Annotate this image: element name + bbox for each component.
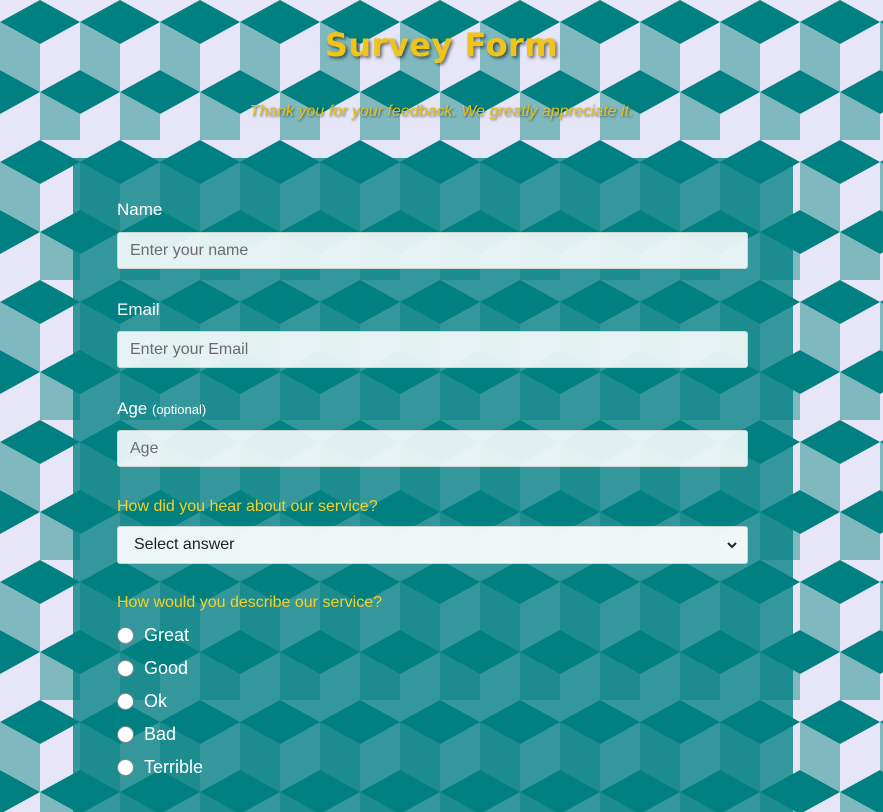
email-input[interactable] xyxy=(117,331,748,368)
rating-option-label: Ok xyxy=(144,691,168,711)
age-optional-note: (optional) xyxy=(151,402,207,417)
survey-page: Survey Form Thank you for your feedback.… xyxy=(0,0,883,812)
referral-question: How did you hear about our service? xyxy=(117,498,378,515)
name-label: Name xyxy=(117,200,163,219)
radio-button[interactable] xyxy=(117,726,134,743)
rating-option-label: Great xyxy=(144,625,190,645)
age-label: Age xyxy=(117,399,148,418)
rating-question: How would you describe our service? xyxy=(117,594,383,611)
name-input[interactable] xyxy=(117,232,748,269)
rating-option-ok[interactable]: Ok xyxy=(117,691,167,712)
email-label: Email xyxy=(117,300,160,319)
referral-dropdown[interactable]: Select answer xyxy=(117,526,748,564)
age-label-group: Age (optional) xyxy=(117,399,206,419)
page-subtitle: Thank you for your feedback. We greatly … xyxy=(249,103,634,120)
page-title: Survey Form xyxy=(324,26,559,64)
radio-button[interactable] xyxy=(117,693,134,710)
referral-selected-value: Select answer xyxy=(134,536,235,553)
rating-option-label: Good xyxy=(144,658,189,678)
rating-option-great[interactable]: Great xyxy=(117,625,189,646)
rating-option-terrible[interactable]: Terrible xyxy=(117,757,203,778)
radio-button[interactable] xyxy=(117,627,134,644)
radio-button[interactable] xyxy=(117,759,134,776)
survey-form: Name Email Age (optional) How did you he… xyxy=(73,158,793,812)
radio-button[interactable] xyxy=(117,660,134,677)
rating-option-good[interactable]: Good xyxy=(117,658,188,679)
rating-option-label: Terrible xyxy=(144,757,204,777)
rating-option-bad[interactable]: Bad xyxy=(117,724,176,745)
rating-option-label: Bad xyxy=(144,724,177,744)
chevron-down-icon xyxy=(725,538,739,552)
age-input[interactable] xyxy=(117,430,748,467)
